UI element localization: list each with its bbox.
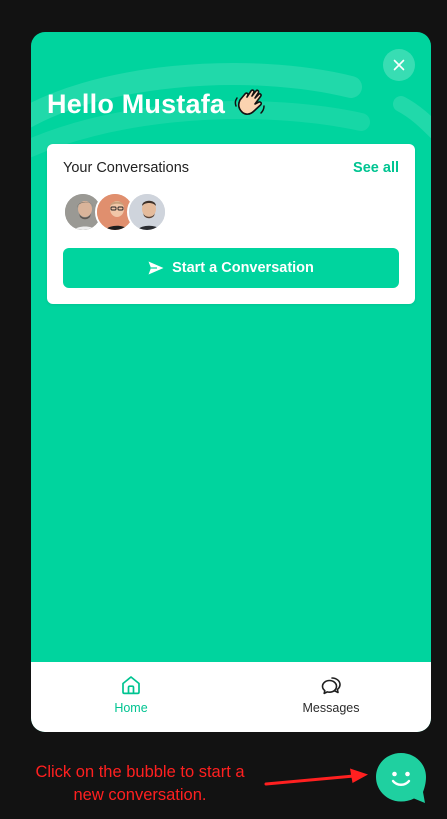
card-title: Your Conversations xyxy=(63,160,190,176)
avatar xyxy=(127,192,167,232)
nav-item-home[interactable]: Home xyxy=(31,662,231,732)
annotation-arrow xyxy=(264,768,368,786)
greeting-text: Hello Mustafa xyxy=(47,88,226,119)
home-icon xyxy=(122,676,140,695)
send-icon xyxy=(148,261,164,275)
see-all-link[interactable]: See all xyxy=(353,160,399,176)
bottom-nav: Home Messages xyxy=(31,662,431,732)
conversations-card: Your Conversations See all Start a Conve… xyxy=(47,144,415,304)
smiley-chat-bubble-icon xyxy=(376,753,426,803)
close-button[interactable] xyxy=(383,49,415,81)
chat-bubbles-icon xyxy=(321,677,341,695)
greeting: Hello Mustafa xyxy=(47,86,267,122)
waving-hand-icon xyxy=(234,89,265,115)
start-conversation-label: Start a Conversation xyxy=(172,260,314,276)
nav-item-messages[interactable]: Messages xyxy=(231,662,431,732)
instruction-annotation: Click on the bubble to start a new conve… xyxy=(35,763,245,804)
nav-label-home: Home xyxy=(114,701,148,715)
chat-launcher-button[interactable] xyxy=(374,751,428,805)
close-icon xyxy=(393,59,405,71)
start-conversation-button[interactable]: Start a Conversation xyxy=(63,248,399,288)
nav-label-messages: Messages xyxy=(302,701,360,715)
chat-widget: Hello Mustafa Your Conversations See all xyxy=(31,32,431,732)
